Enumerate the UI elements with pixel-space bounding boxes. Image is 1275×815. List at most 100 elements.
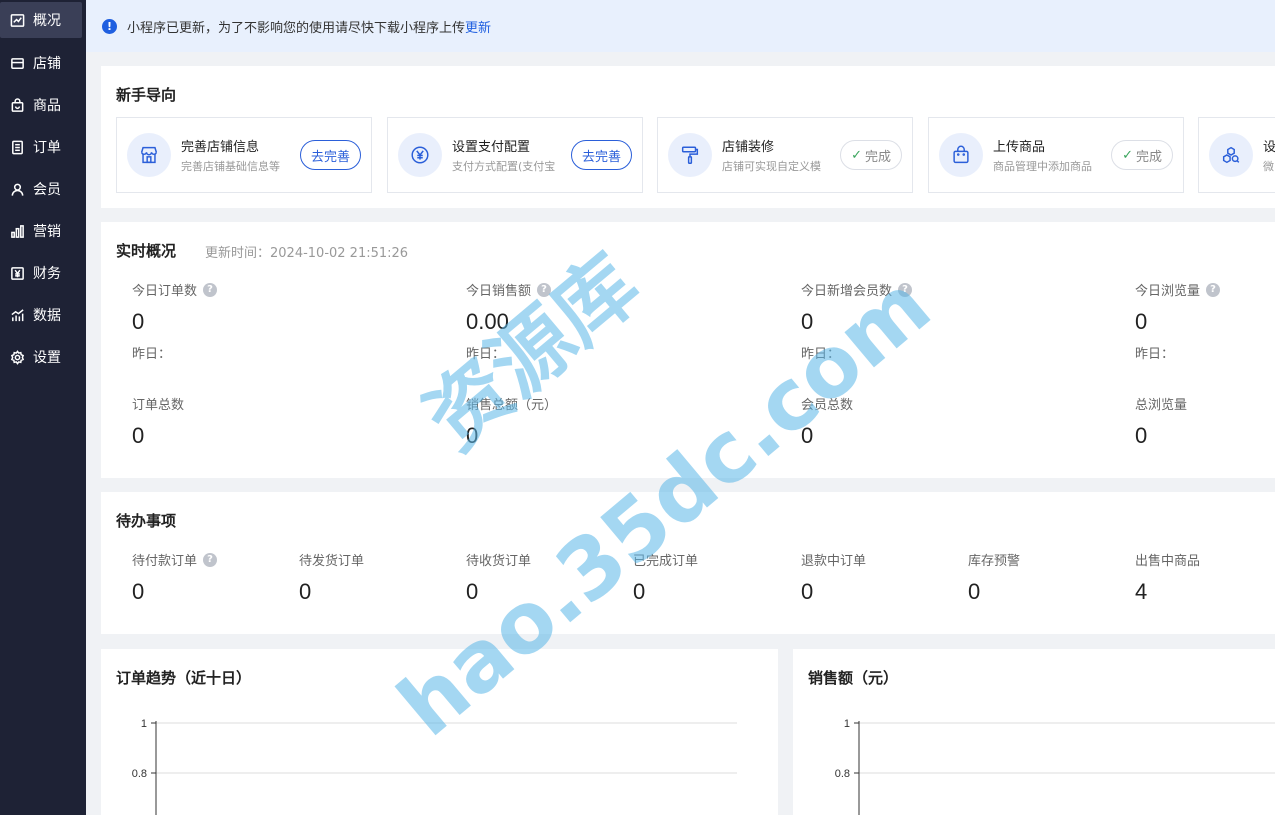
todo-on-sale[interactable]: 出售中商品 4 (1135, 550, 1275, 605)
stat-value: 0 (466, 423, 479, 448)
stat-value: 0 (968, 579, 981, 604)
help-icon[interactable]: ? (203, 282, 218, 297)
stat-today-views: 今日浏览量? 0 昨日： (1135, 280, 1275, 362)
y-tick-label: 1 (844, 718, 850, 730)
guide-item-name: 设 (1263, 140, 1275, 155)
sidebar-item-label: 概况 (33, 13, 61, 29)
stat-label: 待发货订单 (299, 554, 365, 569)
sidebar-item-overview[interactable]: 概况 (0, 2, 82, 38)
stat-label: 会员总数 (801, 398, 854, 413)
guide-item-name: 完善店铺信息 (181, 140, 260, 155)
stat-value: 0 (801, 423, 814, 448)
todo-card: 待办事项 待付款订单? 0 待发货订单 0 待收货订单 0 已完成订单 0 退款… (101, 492, 1275, 634)
cubes-icon (1209, 133, 1253, 177)
stat-label: 库存预警 (968, 554, 1021, 569)
chart-line-icon (9, 12, 25, 28)
check-icon: ✓ (851, 147, 862, 163)
realtime-overview-card: 实时概况 更新时间：2024-10-02 21:51:26 今日订单数? 0 昨… (101, 222, 1275, 478)
sidebar-item-members[interactable]: 会员 (0, 168, 86, 210)
todo-refunding[interactable]: 退款中订单 0 (801, 550, 961, 605)
stat-yesterday: 昨日： (801, 347, 841, 362)
stat-label: 已完成订单 (633, 554, 699, 569)
update-link[interactable]: 更新 (465, 17, 491, 36)
sidebar-item-label: 营销 (33, 224, 61, 240)
guide-item-desc: 完善店铺基础信息等 (181, 160, 280, 173)
help-icon[interactable]: ? (203, 552, 218, 567)
sidebar-item-label: 设置 (33, 350, 61, 366)
stat-label: 今日新增会员数 (801, 284, 893, 299)
guide-item-desc: 商品管理中添加商品 (993, 160, 1092, 173)
stat-today-new-members: 今日新增会员数? 0 昨日： (801, 280, 1061, 362)
sidebar-item-orders[interactable]: 订单 (0, 126, 86, 168)
stat-label: 今日订单数 (132, 284, 198, 299)
y-tick-label: 0.8 (835, 768, 850, 780)
store-icon (9, 55, 25, 71)
todo-pending-receipt[interactable]: 待收货订单 0 (466, 550, 626, 605)
bag-icon (939, 133, 983, 177)
complete-payment-button[interactable]: 去完善 (570, 140, 632, 170)
guide-item-desc: 支付方式配置(支付宝 (452, 160, 556, 173)
guide-item-upload-goods: 上传商品 商品管理中添加商品 ✓ 完成 (928, 117, 1184, 193)
complete-store-info-button[interactable]: 去完善 (299, 140, 361, 170)
yen-icon (398, 133, 442, 177)
stat-value: 0 (801, 579, 814, 604)
y-tick-label: 1 (141, 718, 147, 730)
guide-item-store-info: 完善店铺信息 完善店铺基础信息等 去完善 (116, 117, 372, 193)
sidebar-item-goods[interactable]: 商品 (0, 84, 86, 126)
gear-icon (9, 349, 25, 365)
sidebar-item-label: 店铺 (33, 56, 61, 72)
stat-value: 0 (132, 579, 145, 604)
guide-item-name: 店铺装修 (722, 140, 775, 155)
help-icon[interactable]: ? (1206, 282, 1221, 297)
update-notice-bar: ! 小程序已更新，为了不影响您的使用请尽快下载小程序上传 更新 (86, 0, 1275, 52)
realtime-title: 实时概况 (116, 242, 177, 260)
sidebar-item-settings[interactable]: 设置 (0, 336, 86, 378)
stat-value: 0 (132, 309, 145, 334)
stat-label: 今日销售额 (466, 284, 532, 299)
guide-item-desc: 微 (1263, 160, 1274, 173)
main-content: ! 小程序已更新，为了不影响您的使用请尽快下载小程序上传 更新 新手导向 完善店铺… (86, 0, 1275, 815)
help-icon[interactable]: ? (898, 282, 913, 297)
stat-value: 0 (801, 309, 814, 334)
guide-item-name: 上传商品 (993, 140, 1046, 155)
update-time: 更新时间：2024-10-02 21:51:26 (205, 246, 409, 261)
stat-value: 0.00 (466, 309, 509, 334)
info-icon: ! (102, 18, 117, 34)
done-label: 完成 (864, 149, 891, 165)
todo-stock-warning[interactable]: 库存预警 0 (968, 550, 1128, 605)
guide-item-payment: 设置支付配置 支付方式配置(支付宝 去完善 (387, 117, 643, 193)
sales-chart: 1 0.8 (835, 718, 1275, 815)
stat-value: 0 (633, 579, 646, 604)
todo-completed[interactable]: 已完成订单 0 (633, 550, 793, 605)
data-chart-icon (9, 307, 25, 323)
stat-yesterday: 昨日： (132, 347, 172, 362)
y-tick-label: 0.8 (132, 768, 147, 780)
todo-pending-shipment[interactable]: 待发货订单 0 (299, 550, 459, 605)
sales-chart-card: 销售额（元） 1 0.8 (793, 649, 1275, 815)
sidebar-item-store[interactable]: 店铺 (0, 42, 86, 84)
bar-chart-icon (9, 223, 25, 239)
guide-title: 新手导向 (116, 86, 177, 104)
sidebar-item-data[interactable]: 数据 (0, 294, 86, 336)
stat-label: 出售中商品 (1135, 554, 1201, 569)
order-trend-chart-card: 订单趋势（近十日） 1 0.8 (101, 649, 778, 815)
guide-card: 新手导向 完善店铺信息 完善店铺基础信息等 去完善 设置支付配置 支付方式配置(… (101, 66, 1275, 208)
stat-label: 订单总数 (132, 398, 185, 413)
decoration-done-button[interactable]: ✓ 完成 (840, 140, 902, 170)
user-icon (9, 181, 25, 197)
stat-total-sales: 销售总额（元） 0 (466, 394, 726, 449)
sidebar-item-label: 订单 (33, 140, 61, 156)
stat-label: 今日浏览量 (1135, 284, 1201, 299)
sidebar-item-marketing[interactable]: 营销 (0, 210, 86, 252)
sidebar: 概况 店铺 商品 订单 会员 营销 财务 数据 设置 (0, 0, 86, 815)
sidebar-item-finance[interactable]: 财务 (0, 252, 86, 294)
help-icon[interactable]: ? (537, 282, 552, 297)
guide-item-desc: 店铺可实现自定义模 (722, 160, 821, 173)
guide-item-name: 设置支付配置 (452, 140, 531, 155)
stat-total-members: 会员总数 0 (801, 394, 1061, 449)
todo-pending-payment[interactable]: 待付款订单? 0 (132, 550, 292, 605)
stat-label: 总浏览量 (1135, 398, 1188, 413)
guide-item-decoration: 店铺装修 店铺可实现自定义模 ✓ 完成 (657, 117, 913, 193)
upload-goods-done-button[interactable]: ✓ 完成 (1111, 140, 1173, 170)
bag-icon (9, 97, 25, 113)
